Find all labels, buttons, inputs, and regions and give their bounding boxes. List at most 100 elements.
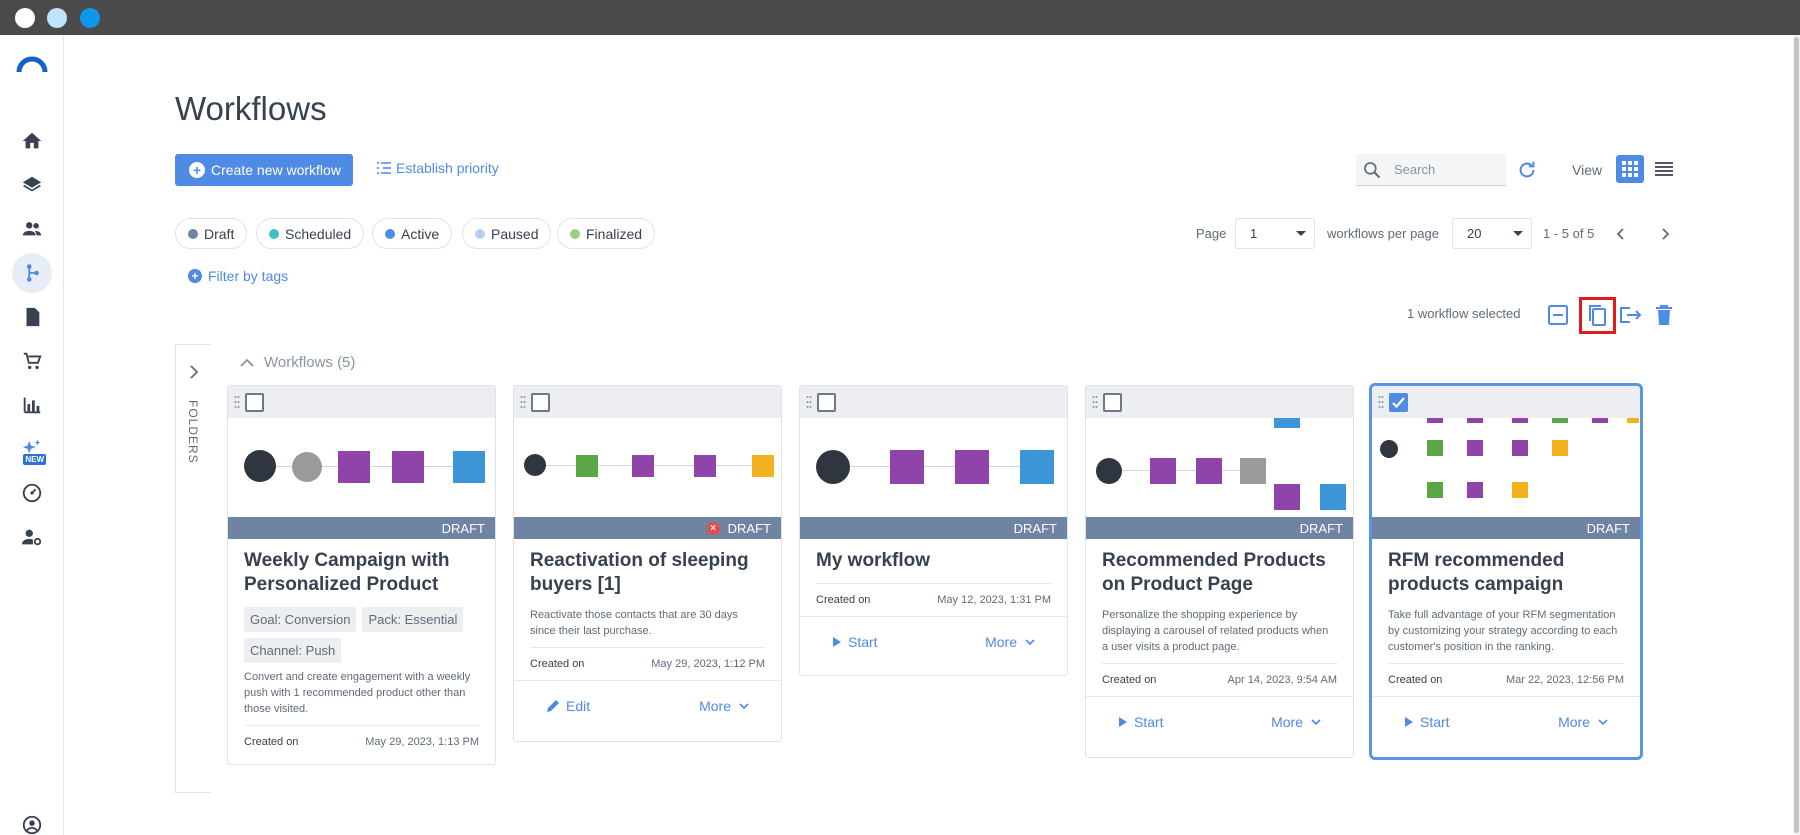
filter-chip-scheduled[interactable]: Scheduled [256,218,365,249]
drag-handle-icon[interactable] [1378,395,1384,409]
page-range: 1 - 5 of 5 [1543,226,1595,241]
start-button[interactable]: Start [1404,714,1450,730]
filter-chip-active[interactable]: Active [372,218,453,249]
window-minimize-button[interactable] [47,8,67,28]
card-checkbox[interactable] [245,393,264,412]
sidebar-item-user-settings[interactable] [12,517,52,557]
status-label: DRAFT [1586,520,1630,536]
window-maximize-button[interactable] [80,8,100,28]
filter-chip-finalized[interactable]: Finalized [557,218,656,249]
workflow-card[interactable]: DRAFT My workflow Created on May 12, 202… [799,385,1068,676]
sidebar-item-home[interactable] [12,121,52,161]
status-label: DRAFT [1013,520,1057,536]
chip-label: Paused [491,225,539,242]
card-body: My workflow Created on May 12, 2023, 1:3… [800,539,1067,616]
created-label: Created on [816,594,871,606]
scrollbar-thumb[interactable] [1794,37,1799,833]
sidebar-item-ai[interactable]: NEW [12,429,52,469]
refresh-icon[interactable] [1516,159,1538,181]
establish-priority-button[interactable]: Establish priority [376,160,499,176]
sidebar-item-ecommerce[interactable] [12,341,52,381]
delete-button[interactable] [1651,302,1677,328]
workflow-preview [228,418,495,517]
sidebar-item-dashboard[interactable] [12,473,52,513]
filter-by-tags-label: Filter by tags [208,268,289,284]
page-select[interactable]: 1 [1235,218,1315,249]
sidebar-item-account[interactable] [12,805,52,835]
card-checkbox[interactable] [817,393,836,412]
more-button[interactable]: More [985,634,1041,650]
group-title: Workflows (5) [264,354,356,371]
card-actions: Edit More [514,680,781,730]
chevron-right-icon[interactable] [188,365,200,379]
flow-node [1512,418,1528,423]
flow-node [1274,418,1300,428]
flow-node [453,451,485,483]
created-label: Created on [530,658,585,670]
filter-chip-draft[interactable]: Draft [175,218,248,249]
created-value: Mar 22, 2023, 12:56 PM [1505,674,1624,686]
layers-icon [22,176,42,192]
next-page-button[interactable] [1654,223,1676,245]
sidebar-item-layers[interactable] [12,165,52,205]
drag-handle-icon[interactable] [520,395,526,409]
created-row: Created on Mar 22, 2023, 12:56 PM [1388,663,1624,696]
workflow-card-selected[interactable]: DRAFT RFM recommended products campaign … [1369,383,1643,760]
per-page-select[interactable]: 20 [1452,218,1532,249]
card-description: Personalize the shopping experience by d… [1102,609,1329,653]
card-title[interactable]: RFM recommended products campaign [1388,549,1624,597]
grid-view-button[interactable] [1616,155,1644,183]
previous-page-button[interactable] [1610,223,1632,245]
card-title[interactable]: Weekly Campaign with Personalized Produc… [244,549,479,597]
created-label: Created on [1102,674,1157,686]
drag-handle-icon[interactable] [806,395,812,409]
more-button[interactable]: More [699,698,755,714]
card-checkbox[interactable] [531,393,550,412]
sidebar-item-workflows[interactable] [12,253,52,293]
search-box[interactable] [1356,154,1506,186]
start-button[interactable]: Start [832,634,878,650]
edit-button[interactable]: Edit [546,698,590,714]
play-icon [1405,716,1413,727]
created-row: Created on May 29, 2023, 1:12 PM [530,647,765,680]
card-header [800,386,1067,418]
window-close-button[interactable] [15,8,35,28]
workflow-card[interactable]: DRAFT Weekly Campaign with Personalized … [227,385,496,765]
sidebar-item-contacts[interactable] [12,209,52,249]
folders-label: FOLDERS [186,400,200,464]
flow-node [1427,418,1443,423]
workflow-card[interactable]: DRAFT Recommended Products on Product Pa… [1085,385,1354,758]
list-view-button[interactable] [1650,155,1678,183]
selection-count: 1 workflow selected [1407,306,1521,321]
card-title[interactable]: Reactivation of sleeping buyers [1] [530,549,765,597]
start-button[interactable]: Start [1118,714,1164,730]
drag-handle-icon[interactable] [234,395,240,409]
create-workflow-button[interactable]: + Create new workflow [175,154,353,186]
search-input[interactable] [1394,162,1494,177]
card-title[interactable]: Recommended Products on Product Page [1102,549,1337,597]
move-to-folder-button[interactable] [1617,302,1643,328]
flow-node [1467,418,1483,423]
more-button[interactable]: More [1271,714,1327,730]
workflow-card[interactable]: × DRAFT Reactivation of sleeping buyers … [513,385,782,742]
sidebar-item-content[interactable] [12,297,52,337]
app-logo-icon[interactable] [16,55,48,73]
more-button[interactable]: More [1558,714,1614,730]
page-scrollbar[interactable] [1793,35,1800,835]
card-header [228,386,495,418]
card-checkbox-checked[interactable] [1389,393,1408,412]
filter-by-tags-button[interactable]: + Filter by tags [188,268,288,284]
deselect-button[interactable] [1545,302,1571,328]
workflows-group-header[interactable]: Workflows (5) [240,354,355,371]
folders-panel: FOLDERS [175,344,211,793]
caret-down-icon [1513,231,1523,236]
flow-node [1627,418,1639,423]
card-title[interactable]: My workflow [816,549,1051,573]
status-dot [269,228,279,239]
card-checkbox[interactable] [1103,393,1122,412]
sidebar-item-reports[interactable] [12,385,52,425]
filter-chip-paused[interactable]: Paused [462,218,552,249]
status-label: DRAFT [441,520,485,536]
flow-node [1552,418,1568,423]
drag-handle-icon[interactable] [1092,395,1098,409]
